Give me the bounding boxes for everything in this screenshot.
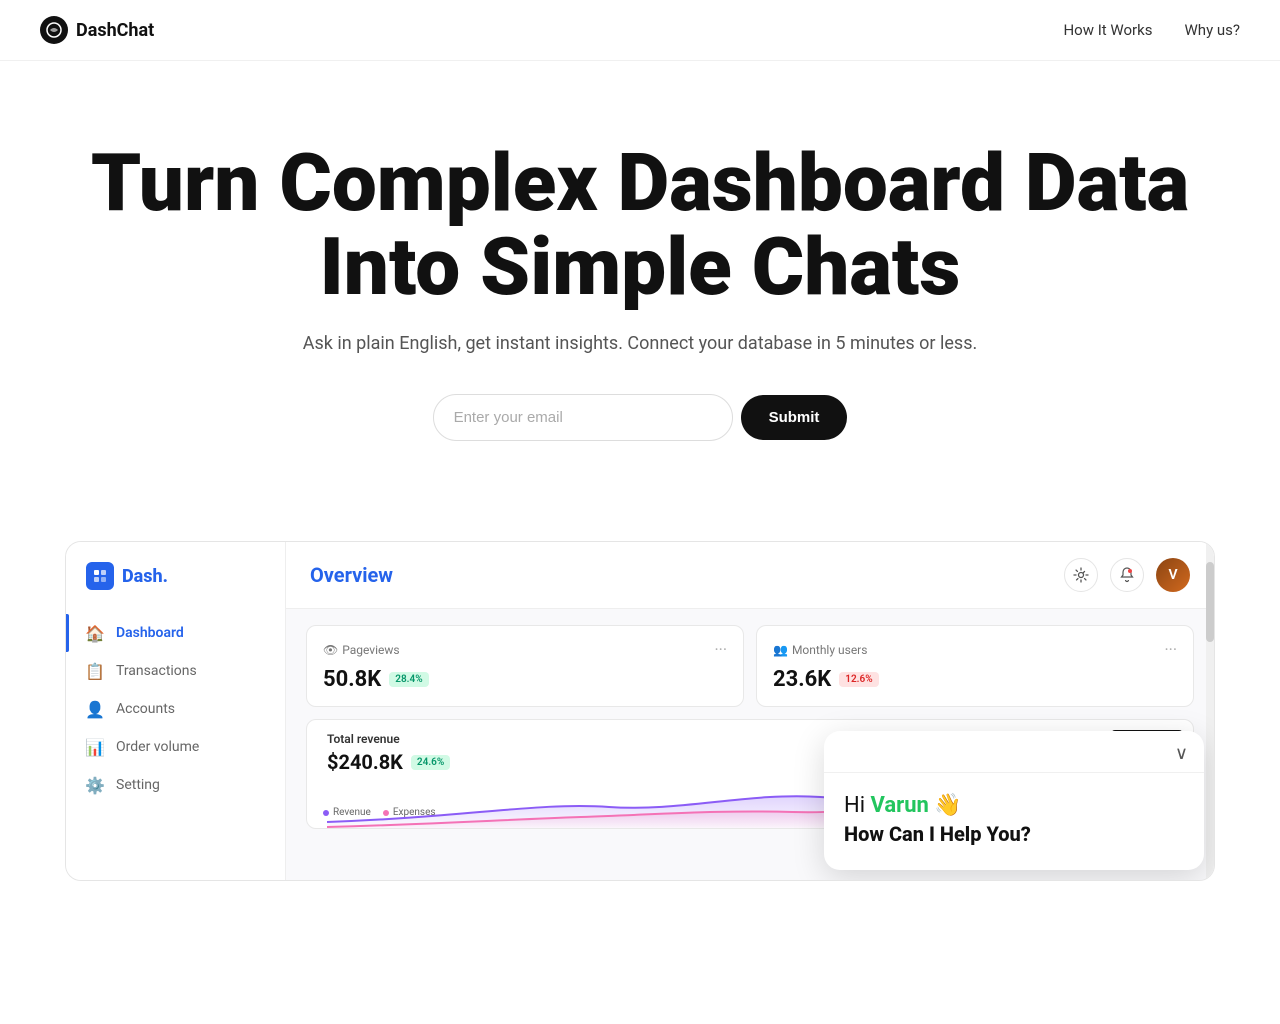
hero-section: Turn Complex Dashboard Data Into Simple … (0, 61, 1280, 501)
pageviews-badge: 28.4% (389, 672, 428, 687)
notifications-button[interactable] (1110, 558, 1144, 592)
eye-icon: 👁 (323, 643, 338, 657)
settings-icon: ⚙️ (86, 776, 104, 794)
chart-legend: Revenue Expenses (323, 807, 436, 818)
monthly-users-more[interactable]: ··· (1164, 640, 1177, 659)
users-icon: 👥 (773, 643, 788, 657)
legend-revenue: Revenue (323, 807, 371, 818)
gear-icon (1073, 567, 1089, 583)
nav-link-how-it-works[interactable]: How It Works (1063, 21, 1152, 39)
hero-cta: Submit (40, 394, 1240, 441)
email-input[interactable] (433, 394, 733, 441)
sidebar-item-transactions[interactable]: 📋 Transactions (66, 652, 285, 690)
chart-badge: 24.6% (411, 755, 450, 770)
settings-button[interactable] (1064, 558, 1098, 592)
chat-name: Varun (871, 793, 929, 818)
nav-link-why-us[interactable]: Why us? (1185, 21, 1241, 39)
sidebar-logo: Dash. (66, 562, 285, 614)
sidebar-item-order-volume[interactable]: 📊 Order volume (66, 728, 285, 766)
monthly-users-label: 👥 Monthly users (773, 643, 867, 657)
main-header: Overview (286, 542, 1214, 609)
dashboard-preview: Dash. 🏠 Dashboard 📋 Transactions 👤 Accou… (65, 541, 1215, 881)
chat-greeting: Hi Varun 👋 (844, 793, 1184, 818)
navbar: DashChat How It Works Why us? (0, 0, 1280, 61)
chat-wave-emoji: 👋 (934, 793, 961, 818)
pageviews-value: 50.8K 28.4% (323, 667, 727, 692)
sidebar-item-order-volume-label: Order volume (116, 739, 199, 755)
revenue-dot (323, 810, 329, 816)
pageviews-label: 👁 Pageviews (323, 643, 400, 657)
sidebar-logo-icon (86, 562, 114, 590)
sidebar-logo-text: Dash. (122, 566, 168, 587)
transactions-icon: 📋 (86, 662, 104, 680)
chat-body: Hi Varun 👋 How Can I Help You? (824, 773, 1204, 870)
sidebar-item-accounts[interactable]: 👤 Accounts (66, 690, 285, 728)
bell-icon (1119, 567, 1135, 583)
scrollbar-thumb (1206, 562, 1214, 642)
avatar: V (1156, 558, 1190, 592)
chat-header: ∨ (824, 731, 1204, 773)
scrollbar[interactable] (1206, 542, 1214, 880)
page-title: Overview (310, 563, 393, 587)
expenses-dot (383, 810, 389, 816)
metrics-row: 👁 Pageviews ··· 50.8K 28.4% 👥 M (286, 609, 1214, 707)
sidebar-item-transactions-label: Transactions (116, 663, 197, 679)
sidebar-item-setting[interactable]: ⚙️ Setting (66, 766, 285, 804)
chat-hi: Hi (844, 793, 865, 818)
order-volume-icon: 📊 (86, 738, 104, 756)
sidebar-item-accounts-label: Accounts (116, 701, 175, 717)
chat-chevron-icon[interactable]: ∨ (1175, 743, 1188, 764)
logo-icon (40, 16, 68, 44)
sidebar: Dash. 🏠 Dashboard 📋 Transactions 👤 Accou… (66, 542, 286, 880)
metric-card-pageviews: 👁 Pageviews ··· 50.8K 28.4% (306, 625, 744, 707)
hero-subtitle: Ask in plain English, get instant insigh… (40, 333, 1240, 354)
monthly-users-value: 23.6K 12.6% (773, 667, 1177, 692)
nav-logo[interactable]: DashChat (40, 16, 154, 44)
nav-links: How It Works Why us? (1063, 21, 1240, 39)
logo-text: DashChat (76, 20, 154, 41)
home-icon: 🏠 (86, 624, 104, 642)
submit-button[interactable]: Submit (741, 395, 848, 440)
hero-title: Turn Complex Dashboard Data Into Simple … (90, 141, 1190, 309)
sidebar-item-dashboard[interactable]: 🏠 Dashboard (66, 614, 285, 652)
header-actions: V (1064, 558, 1190, 592)
pageviews-more[interactable]: ··· (714, 640, 727, 659)
monthly-users-badge: 12.6% (839, 672, 878, 687)
chat-subtext: How Can I Help You? (844, 822, 1184, 846)
sidebar-item-dashboard-label: Dashboard (116, 625, 184, 641)
sidebar-item-setting-label: Setting (116, 777, 160, 793)
legend-expenses: Expenses (383, 807, 436, 818)
accounts-icon: 👤 (86, 700, 104, 718)
metric-card-monthly-users: 👥 Monthly users ··· 23.6K 12.6% (756, 625, 1194, 707)
chat-overlay: ∨ Hi Varun 👋 How Can I Help You? (824, 731, 1204, 870)
